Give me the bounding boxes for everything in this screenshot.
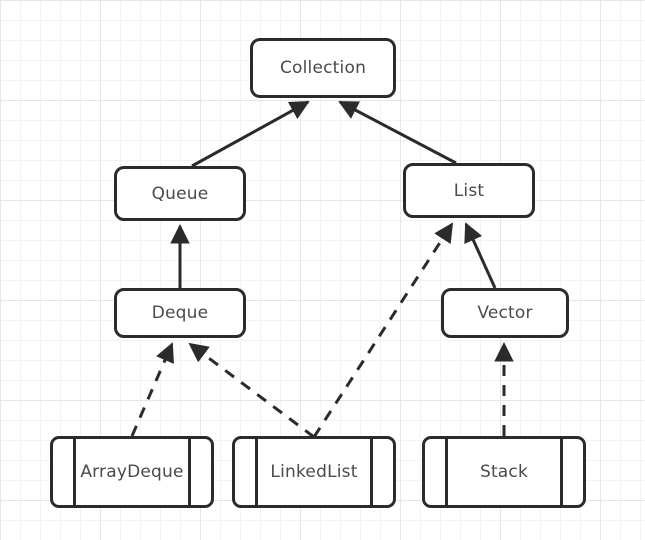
node-collection-label: Collection: [279, 58, 367, 78]
edge-list-to-collection: [338, 100, 457, 165]
node-list-label: List: [453, 180, 485, 201]
edge-queue-to-collection: [191, 100, 310, 168]
diagram-canvas: Collection Queue List Deque Vector Array…: [0, 0, 645, 540]
edge-linkedlist-to-list: [312, 222, 454, 438]
node-queue[interactable]: Queue: [114, 166, 246, 221]
edge-linkedlist-to-deque: [188, 342, 315, 439]
node-vector[interactable]: Vector: [441, 288, 569, 338]
edge-vector-to-list: [464, 222, 497, 289]
node-queue-label: Queue: [151, 183, 209, 204]
node-linkedlist-label: LinkedList: [270, 462, 358, 482]
side-divider-left: [73, 439, 76, 505]
side-divider-right: [188, 439, 191, 505]
node-vector-label: Vector: [477, 303, 533, 323]
side-divider-right: [370, 439, 373, 505]
node-deque[interactable]: Deque: [114, 288, 246, 338]
node-collection[interactable]: Collection: [250, 38, 396, 98]
edge-arraydeque-to-deque: [130, 342, 174, 437]
node-arraydeque[interactable]: ArrayDeque: [50, 436, 214, 508]
side-divider-left: [445, 439, 448, 505]
side-divider-right: [560, 439, 563, 505]
node-linkedlist[interactable]: LinkedList: [232, 436, 396, 508]
node-arraydeque-label: ArrayDeque: [80, 462, 184, 482]
node-deque-label: Deque: [151, 303, 209, 323]
node-stack-label: Stack: [479, 462, 529, 482]
node-stack[interactable]: Stack: [422, 436, 586, 508]
node-list[interactable]: List: [403, 163, 535, 218]
side-divider-left: [255, 439, 258, 505]
